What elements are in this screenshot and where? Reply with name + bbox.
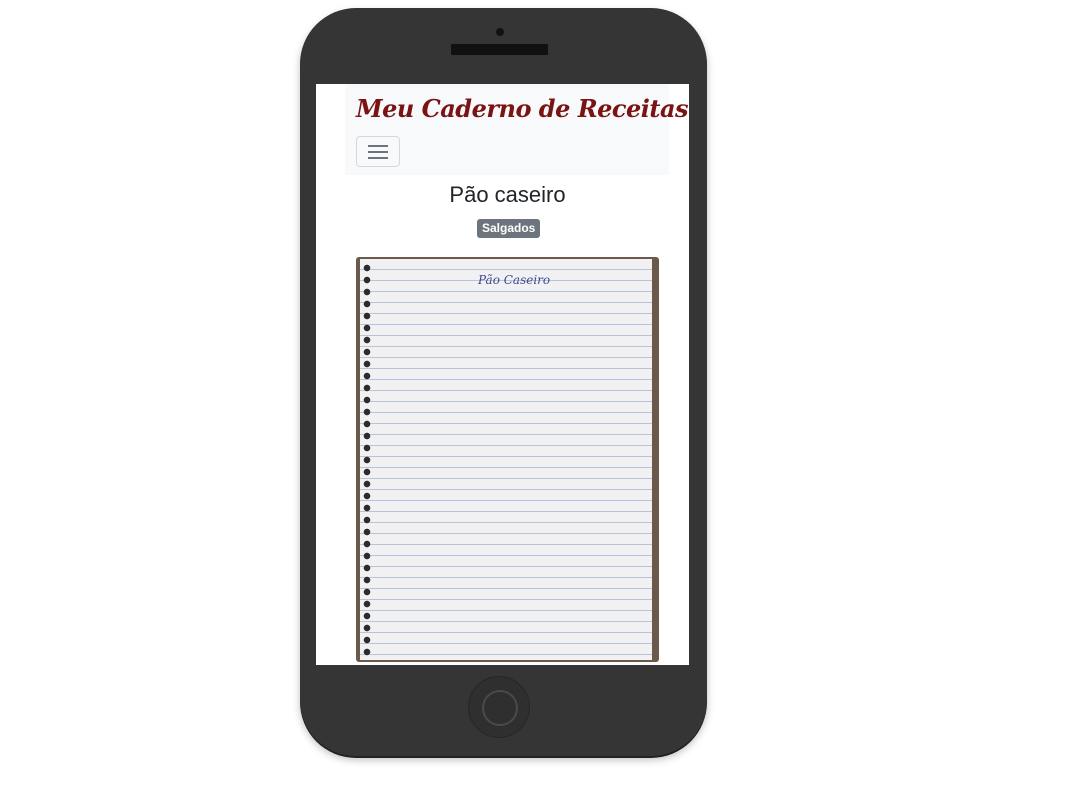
home-button[interactable] [468, 676, 530, 738]
notebook-page: Pão Caseiro [360, 259, 652, 660]
navbar: Meu Caderno de Receitas [345, 84, 689, 175]
spiral-binding [362, 263, 372, 659]
brand-logo[interactable]: Meu Caderno de Receitas [356, 94, 689, 123]
recipe-photo: Pão Caseiro [356, 257, 659, 662]
camera-icon [496, 28, 504, 36]
hamburger-icon-line [368, 151, 388, 153]
hamburger-icon [368, 145, 388, 147]
page-title: Pão caseiro [449, 182, 566, 207]
phone-screen: Meu Caderno de Receitas Pão caseiro Salg… [316, 84, 689, 665]
menu-toggle-button[interactable] [356, 136, 400, 167]
category-badge: Salgados [477, 219, 541, 238]
hamburger-icon-line [368, 157, 388, 159]
handwritten-title: Pão Caseiro [478, 273, 551, 287]
speaker-grille [451, 44, 548, 55]
